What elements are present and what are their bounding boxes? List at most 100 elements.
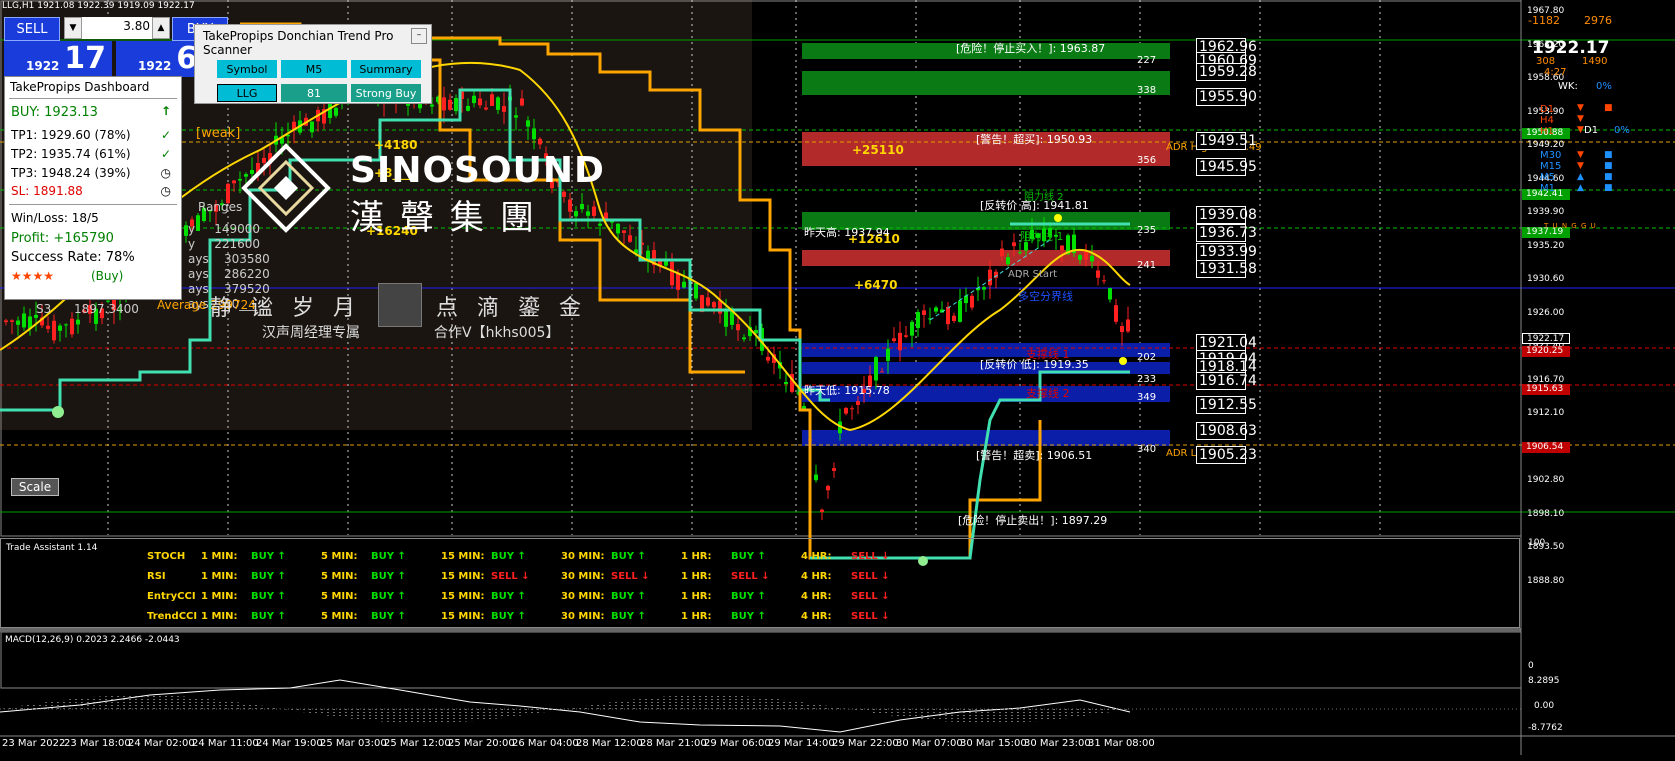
time-axis-label: 26 Mar 04:00 [512,738,579,749]
ta-signal: SELL ↓ [611,571,650,582]
s3-value: 1897.3400 [74,302,139,316]
time-axis-label: 24 Mar 19:00 [256,738,323,749]
candle-body [1012,242,1016,247]
ta-signal: BUY ↑ [491,611,526,622]
candle-body [58,325,62,331]
candle-body [904,335,908,337]
bid-price[interactable]: 1922 17 [4,41,112,77]
brand-tag: T U N G G U [1544,222,1597,230]
watermark-line2: 点 滴 鎏 金 [436,296,587,321]
zone-count: 349 [1137,392,1157,403]
time-axis-label: 25 Mar 03:00 [320,738,387,749]
support2-label: 支撑线 2 [1026,387,1070,400]
zone-count: 338 [1137,85,1157,96]
candle-body [10,320,14,322]
ta-timeframe: 5 MIN: [321,611,358,622]
candle-body [538,138,542,145]
resist2-label: 阻力线 2 [1024,192,1064,203]
candle-body [988,269,992,286]
time-axis-label: 23 Mar 2022 [2,738,66,749]
candle-body [718,300,722,314]
ta-scale-top: 100 [1528,538,1546,548]
scanner-symbol-llg[interactable]: LLG [217,84,277,102]
ta-timeframe: 4 HR: [801,591,832,602]
candle-body [1078,255,1082,260]
zone-red-2 [802,250,1170,266]
watermark-caption1: 汉声周经理专属 [262,325,360,341]
lot-up-icon[interactable]: ▲ [152,17,170,39]
candle-body [712,302,716,308]
range-row: ays 286220 [188,267,270,281]
candle-body [64,324,68,326]
watermark-caption2: 合作V【hkhs005】 [434,325,560,341]
zone-label: [警告！超卖]: 1906.51 [976,449,1093,462]
candle-body [982,287,986,290]
timeframe-right: M30 M15 M5 M1 [1540,150,1561,194]
candle-body [844,407,848,414]
zone-count: 235 [1137,225,1157,236]
ta-signal: SELL ↓ [851,551,890,562]
wk-pct: 0% [1596,81,1612,92]
candle-body [502,106,506,112]
candle-body [622,230,626,233]
candle-body [670,261,674,286]
scanner-summary-value[interactable]: Strong Buy [351,84,421,102]
zone-label: [危险！停止卖出！]: 1897.29 [958,514,1108,527]
candle-body [946,306,950,325]
price-axis-label: 1902.80 [1527,475,1565,486]
candle-body [802,406,806,409]
divider [9,98,177,99]
scale-button[interactable]: Scale [11,478,59,496]
candle-body [952,315,956,321]
time-axis-label: 30 Mar 15:00 [960,738,1027,749]
price-axis-label: 1888.80 [1527,576,1565,586]
brand-name-en: SINOSOUND [350,150,605,191]
time-axis-label: 23 Mar 18:00 [64,738,131,749]
candle-body [922,310,926,315]
ta-timeframe: 4 HR: [801,611,832,622]
candle-body [472,95,476,104]
time-axis-label: 29 Mar 14:00 [768,738,835,749]
level-box: 1949.51 [1196,132,1257,150]
lot-value[interactable]: 3.80 [84,19,150,33]
candle-body [514,115,518,118]
time-axis-label: 31 Mar 08:00 [1088,738,1155,749]
tf-h4: H4 [1540,115,1554,126]
lot-size-field[interactable]: ▼ 3.80 ▲ [64,17,170,39]
minimize-icon[interactable]: – [411,28,427,44]
ta-timeframe: 15 MIN: [441,591,485,602]
price-chart[interactable] [0,0,1675,761]
scanner-m5-value[interactable]: 81 [281,84,347,102]
time-axis-label: 30 Mar 07:00 [896,738,963,749]
lot-down-icon[interactable]: ▼ [64,17,82,39]
range-row: y 221600 [188,237,260,251]
price-tag: 1906.54 [1522,442,1570,453]
s3-label: S3 [36,302,52,316]
price-tag: 1915.63 [1522,384,1570,395]
candle-body [478,98,482,106]
candle-body [454,98,458,112]
level-box: 1916.74 [1196,372,1257,390]
ta-signal: BUY ↑ [371,591,406,602]
candle-body [694,282,698,299]
avatar [378,283,422,327]
level-box: 1908.63 [1196,422,1257,440]
macd-axis-bottom: -8.7762 [1528,723,1563,733]
zone-blue-1 [802,343,1170,357]
check-icon: ✓ [160,147,171,161]
candle-body [766,356,770,361]
zone-green-2 [802,71,1170,95]
takepropips-dashboard: TakePropips Dashboard BUY: 1923.13 ↑ TP1… [4,76,182,300]
candle-body [1006,257,1010,265]
zone-count: 356 [1137,155,1157,166]
tf-h1: H1 [1540,126,1554,137]
sell-button[interactable]: SELL [4,17,60,41]
ta-signal: SELL ↓ [851,611,890,622]
ta-signal: BUY ↑ [491,551,526,562]
candle-body [724,311,728,327]
candle-body [784,381,788,385]
level-box: 1931.58 [1196,260,1257,278]
signal-dot [52,406,64,418]
down-arrows-icon: ▼ ▼ ▼ [1577,103,1584,135]
time-axis-label: 28 Mar 21:00 [640,738,707,749]
